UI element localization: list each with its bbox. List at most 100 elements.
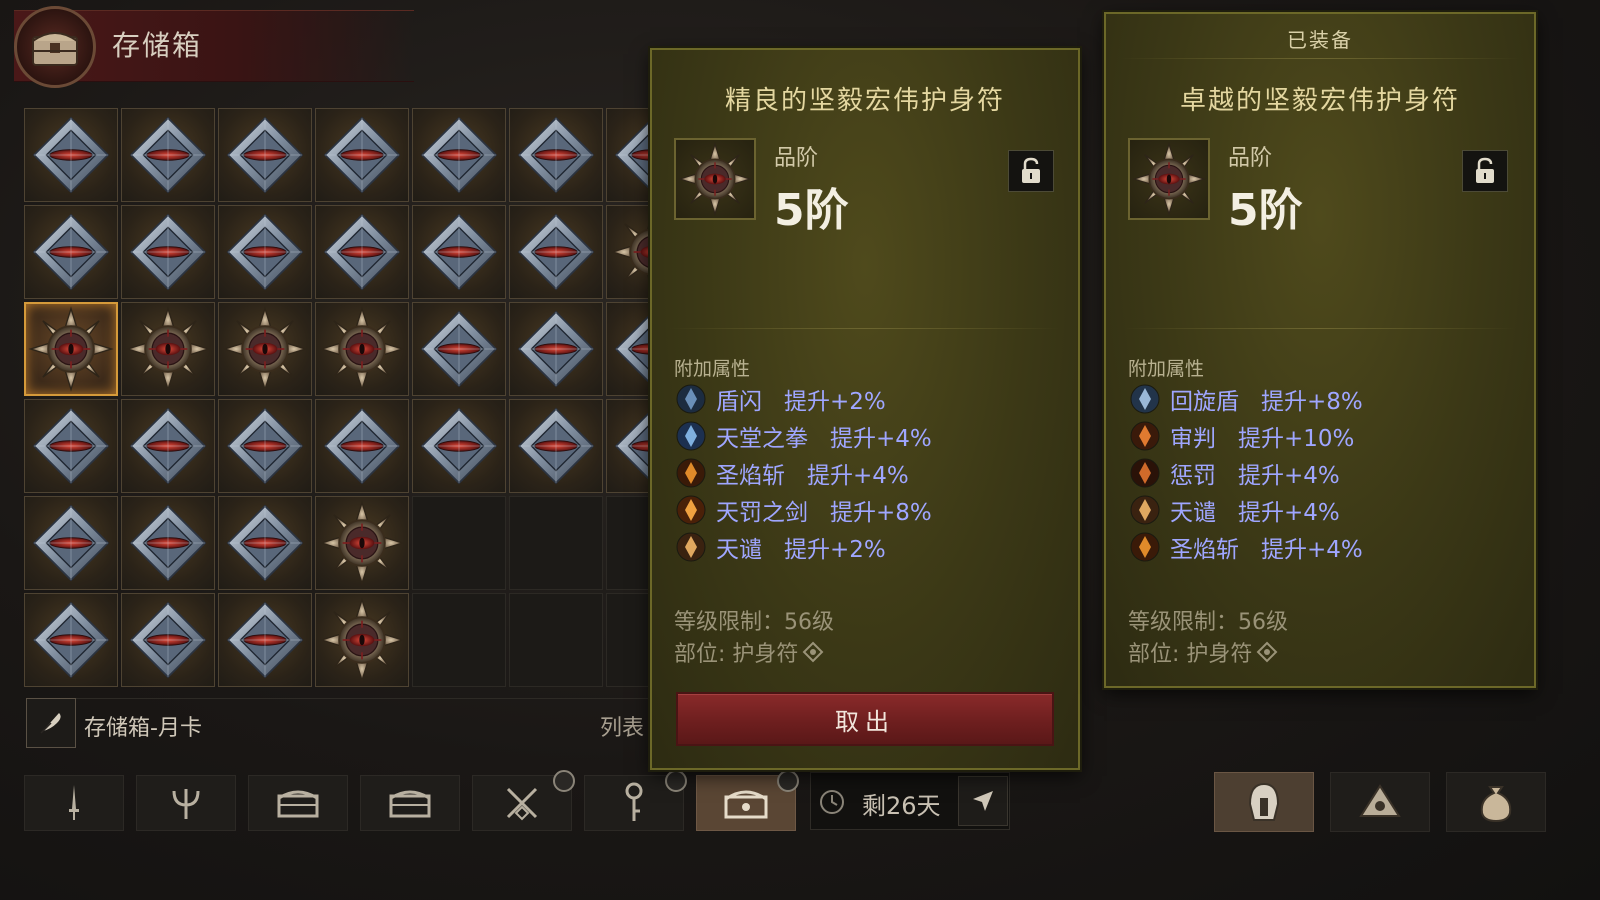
tab-timed-weapons[interactable]: [472, 770, 575, 831]
gold-amulet-icon: [318, 596, 406, 684]
lock-toggle-button[interactable]: [1008, 150, 1054, 192]
storage-name: 存储箱-月卡: [84, 716, 202, 741]
inventory-slot[interactable]: [315, 399, 409, 493]
inventory-slot[interactable]: [412, 399, 506, 493]
divider: [1120, 58, 1520, 59]
attribute-list: 回旋盾 提升+8% 审判 提升+10% 惩罚 提升+4% 天谴 提升+4% 圣焰斩 提升+4%: [1130, 380, 1520, 565]
steel-amulet-icon: [27, 402, 115, 490]
attribute-list: 盾闪 提升+2% 天堂之拳 提升+4% 圣焰斩 提升+4% 天罚之剑 提升+8% 天谴 提升+2%: [676, 380, 1066, 565]
attribute-bonus: 提升+10%: [1238, 425, 1355, 452]
chest-active-icon: [724, 790, 768, 819]
inventory-slot[interactable]: [509, 302, 603, 396]
amulet-slot-icon: [1256, 641, 1278, 663]
level-requirement: 等级限制：56级: [1128, 610, 1288, 635]
steel-amulet-icon: [27, 499, 115, 587]
punishment-icon: [1130, 458, 1160, 487]
divider: [670, 328, 1060, 329]
inventory-slot[interactable]: [218, 205, 312, 299]
inventory-slot[interactable]: [24, 302, 118, 396]
inventory-slot[interactable]: [509, 108, 603, 202]
send-button[interactable]: [958, 776, 1008, 826]
attribute-row: 天堂之拳 提升+4%: [676, 417, 1066, 454]
heaven-fist-icon: [676, 421, 706, 450]
grade-label: 品阶: [1228, 146, 1273, 171]
inventory-slot[interactable]: [412, 302, 506, 396]
inventory-slot[interactable]: [24, 205, 118, 299]
slot-type-text: 部位: 护身符: [674, 642, 799, 667]
inventory-slot[interactable]: [24, 399, 118, 493]
attr-header: 附加属性: [1128, 358, 1205, 380]
attribute-bonus: 提升+4%: [807, 462, 909, 489]
slot-type: 部位: 护身符: [1128, 636, 1278, 668]
list-view-button[interactable]: 列表: [600, 710, 644, 742]
wrath-icon: [1130, 495, 1160, 524]
steel-amulet-icon: [512, 305, 600, 393]
lock-toggle-button[interactable]: [1462, 150, 1508, 192]
steel-amulet-icon: [415, 208, 503, 296]
attribute-row: 盾闪 提升+2%: [676, 380, 1066, 417]
steel-amulet-icon: [27, 111, 115, 199]
clock-badge-icon: [777, 770, 799, 792]
inventory-slot[interactable]: [121, 205, 215, 299]
attribute-name: 回旋盾: [1170, 388, 1239, 415]
tab-equipment[interactable]: [1214, 772, 1314, 832]
holy-flame-slash-icon: [676, 458, 706, 487]
inventory-slot[interactable]: [121, 302, 215, 396]
inventory-slot[interactable]: [509, 496, 603, 590]
gold-amulet-icon: [124, 305, 212, 393]
steel-amulet-icon: [512, 402, 600, 490]
grade-value: 5阶: [1228, 185, 1303, 236]
crossed-weapons-icon: [506, 787, 538, 821]
tab-polearms[interactable]: [136, 775, 236, 831]
tab-materials[interactable]: [1330, 772, 1430, 832]
inventory-slot[interactable]: [509, 399, 603, 493]
inventory-slot[interactable]: [218, 496, 312, 590]
punish-sword-icon: [676, 495, 706, 524]
inventory-slot[interactable]: [315, 302, 409, 396]
inventory-slot[interactable]: [218, 302, 312, 396]
inventory-slot[interactable]: [412, 205, 506, 299]
unlock-icon: [1022, 157, 1040, 183]
selected-item-title: 精良的坚毅宏伟护身符: [724, 86, 1005, 116]
tab-chest-2[interactable]: [360, 775, 460, 831]
tab-chest-1[interactable]: [248, 775, 348, 831]
tab-monthly-storage[interactable]: [696, 770, 799, 831]
take-out-button[interactable]: 取出: [676, 692, 1054, 746]
tab-weapons[interactable]: [24, 775, 124, 831]
inventory-slot[interactable]: [121, 399, 215, 493]
inventory-slot[interactable]: [412, 593, 506, 687]
inventory-slot[interactable]: [121, 593, 215, 687]
inventory-slot[interactable]: [509, 593, 603, 687]
inventory-slot[interactable]: [121, 108, 215, 202]
inventory-slot[interactable]: [24, 108, 118, 202]
inventory-slot[interactable]: [121, 496, 215, 590]
inventory-slot[interactable]: [218, 593, 312, 687]
attribute-row: 惩罚 提升+4%: [1130, 454, 1520, 491]
amulet-slot-icon: [802, 641, 824, 663]
inventory-slot[interactable]: [412, 496, 506, 590]
inventory-slot[interactable]: [218, 108, 312, 202]
attribute-name: 圣焰斩: [1170, 536, 1239, 563]
tab-keys[interactable]: [584, 770, 687, 831]
steel-amulet-icon: [318, 402, 406, 490]
inventory-slot[interactable]: [24, 593, 118, 687]
gold-amulet-icon: [318, 499, 406, 587]
trident-icon: [172, 789, 200, 819]
inventory-slot[interactable]: [509, 205, 603, 299]
inventory-slot[interactable]: [24, 496, 118, 590]
attribute-name: 天罚之剑: [716, 499, 808, 526]
inventory-slot[interactable]: [315, 496, 409, 590]
inventory-slot[interactable]: [315, 108, 409, 202]
inventory-slot[interactable]: [315, 593, 409, 687]
attribute-row: 圣焰斩 提升+4%: [1130, 528, 1520, 565]
judgement-icon: [1130, 421, 1160, 450]
tab-bag[interactable]: [1446, 772, 1546, 832]
inventory-slot[interactable]: [218, 399, 312, 493]
spin-shield-icon: [1130, 384, 1160, 413]
inventory-slot[interactable]: [315, 205, 409, 299]
attribute-name: 天谴: [1170, 499, 1216, 526]
rename-quill-button[interactable]: [26, 698, 76, 748]
inventory-slot[interactable]: [412, 108, 506, 202]
remaining-days: 剩26天: [862, 792, 941, 820]
clock-badge-icon: [553, 770, 575, 792]
